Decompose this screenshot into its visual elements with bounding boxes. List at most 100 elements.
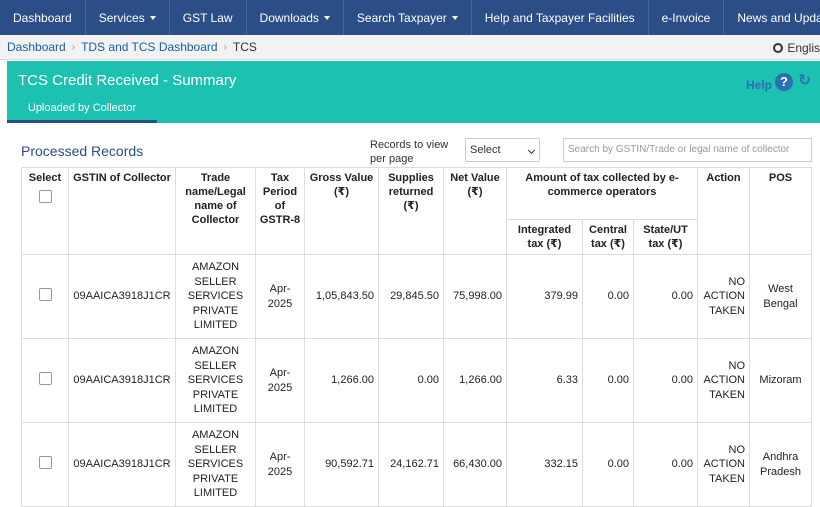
cell-pos: West Bengal [749, 254, 812, 339]
nav-label: Services [98, 10, 145, 25]
question-circle-icon[interactable]: ? [775, 73, 793, 91]
nav-gst-law[interactable]: GST Law [170, 0, 247, 35]
header-gstin: GSTIN of Collector [68, 167, 176, 255]
nav-label: News and Updates [737, 10, 820, 25]
chevron-down-icon [527, 146, 536, 155]
nav-dashboard[interactable]: Dashboard [0, 0, 86, 35]
breadcrumb-dashboard[interactable]: Dashboard [7, 40, 66, 54]
records-per-page-select[interactable]: Select [465, 138, 540, 162]
cell-gstin: 09AAICA3918J1CR [68, 254, 176, 339]
select-value: Select [470, 144, 501, 156]
cell-supplies-returned: 29,845.50 [378, 254, 444, 339]
nav-search-taxpayer[interactable]: Search Taxpayer [344, 0, 472, 35]
row-checkbox[interactable] [38, 371, 52, 385]
header-trade-name: Trade name/Legal name of Collector [175, 167, 256, 255]
nav-downloads[interactable]: Downloads [247, 0, 344, 35]
cell-trade-name: AMAZON SELLER SERVICES PRIVATE LIMITED [175, 422, 256, 507]
language-label: Englis [787, 40, 820, 55]
cell-net-value: 66,430.00 [443, 422, 507, 507]
header-select-label: Select [28, 172, 62, 184]
page-title: TCS Credit Received - Summary [18, 72, 237, 89]
header-gross-value: Gross Value (₹) [304, 167, 379, 255]
cell-central-tax: 0.00 [582, 422, 634, 507]
cell-action: NO ACTION TAKEN [697, 422, 750, 507]
nav-label: Dashboard [13, 10, 72, 25]
row-select-cell [21, 338, 69, 423]
breadcrumb-separator-icon: › [223, 41, 227, 53]
cell-supplies-returned: 24,162.71 [378, 422, 444, 507]
records-per-page-label: Records to view per page [370, 139, 449, 165]
search-placeholder: Search by GSTIN/Trade or legal name of c… [568, 144, 790, 155]
cell-trade-name: AMAZON SELLER SERVICES PRIVATE LIMITED [175, 338, 256, 423]
section-title: Processed Records [21, 143, 144, 159]
select-all-checkbox[interactable] [38, 190, 52, 203]
cell-net-value: 75,998.00 [443, 254, 507, 339]
cell-pos: Mizoram [749, 338, 812, 423]
cell-central-tax: 0.00 [582, 254, 634, 339]
nav-e-invoice[interactable]: e-Invoice [649, 0, 725, 35]
search-input[interactable]: Search by GSTIN/Trade or legal name of c… [563, 138, 812, 162]
header-net-value: Net Value (₹) [443, 167, 507, 255]
cell-action: NO ACTION TAKEN [697, 338, 750, 423]
cell-action: NO ACTION TAKEN [697, 254, 750, 339]
tab-uploaded-by-collector[interactable]: Uploaded by Collector [7, 95, 157, 123]
cell-pos: Andhra Pradesh [749, 422, 812, 507]
nav-label: Downloads [259, 10, 319, 25]
cell-state-ut-tax: 0.00 [633, 338, 698, 423]
nav-label: GST Law [182, 10, 233, 25]
row-select-cell [21, 422, 69, 507]
cell-net-value: 1,266.00 [443, 338, 507, 423]
breadcrumb-tds-tcs-dashboard[interactable]: TDS and TCS Dashboard [81, 40, 218, 54]
header-pos: POS [749, 167, 812, 255]
cell-gross-value: 90,592.71 [304, 422, 379, 507]
cell-gross-value: 1,05,843.50 [304, 254, 379, 339]
header-supplies-returned: Supplies returned (₹) [378, 167, 444, 255]
top-nav: Dashboard Services GST Law Downloads Sea… [0, 0, 820, 35]
header-central-tax: Central tax (₹) [582, 219, 634, 255]
row-select-cell [21, 254, 69, 339]
header-integrated-tax: Integrated tax (₹) [506, 219, 583, 255]
nav-label: Search Taxpayer [356, 10, 447, 25]
breadcrumb-current: TCS [232, 40, 257, 54]
cell-trade-name: AMAZON SELLER SERVICES PRIVATE LIMITED [175, 254, 256, 339]
header-state-ut-tax: State/UT tax (₹) [633, 219, 698, 255]
nav-news-updates[interactable]: News and Updates [724, 0, 820, 35]
table-row: 09AAICA3918J1CR AMAZON SELLER SERVICES P… [21, 422, 812, 507]
globe-icon [773, 42, 784, 53]
cell-integrated-tax: 6.33 [506, 338, 583, 423]
row-checkbox[interactable] [38, 455, 52, 469]
cell-central-tax: 0.00 [582, 338, 634, 423]
help-link[interactable]: Help [746, 78, 772, 92]
caret-down-icon [451, 15, 458, 20]
breadcrumb-separator-icon: › [71, 41, 76, 53]
nav-services[interactable]: Services [86, 0, 170, 35]
cell-tax-period: Apr-2025 [255, 254, 305, 339]
cell-state-ut-tax: 0.00 [633, 422, 698, 507]
header-amount-group: Amount of tax collected by e-commerce op… [506, 167, 698, 220]
cell-gstin: 09AAICA3918J1CR [68, 338, 176, 423]
header-select: Select [21, 167, 69, 255]
caret-down-icon [323, 15, 330, 20]
language-selector[interactable]: Englis [773, 35, 820, 60]
cell-integrated-tax: 332.15 [506, 422, 583, 507]
records-table: Select GSTIN of Collector Trade name/Leg… [21, 167, 812, 507]
refresh-icon[interactable]: ↻ [798, 71, 811, 89]
table-row: 09AAICA3918J1CR AMAZON SELLER SERVICES P… [21, 338, 812, 423]
nav-label: e-Invoice [661, 10, 711, 25]
header-tax-period: Tax Period of GSTR-8 [255, 167, 305, 255]
breadcrumb: Dashboard › TDS and TCS Dashboard › TCS … [0, 35, 820, 60]
cell-gstin: 09AAICA3918J1CR [68, 422, 176, 507]
summary-card: TCS Credit Received - Summary Help ? ↻ U… [7, 61, 820, 507]
nav-label: Help and Taxpayer Facilities [484, 10, 635, 25]
cell-state-ut-tax: 0.00 [633, 254, 698, 339]
page-header: TCS Credit Received - Summary Help ? ↻ U… [7, 61, 820, 123]
caret-down-icon [149, 15, 156, 20]
row-checkbox[interactable] [38, 287, 52, 301]
cell-supplies-returned: 0.00 [378, 338, 444, 423]
cell-tax-period: Apr-2025 [255, 422, 305, 507]
cell-tax-period: Apr-2025 [255, 338, 305, 423]
nav-help-facilities[interactable]: Help and Taxpayer Facilities [472, 0, 649, 35]
cell-integrated-tax: 379.99 [506, 254, 583, 339]
header-action: Action [697, 167, 750, 255]
cell-gross-value: 1,266.00 [304, 338, 379, 423]
